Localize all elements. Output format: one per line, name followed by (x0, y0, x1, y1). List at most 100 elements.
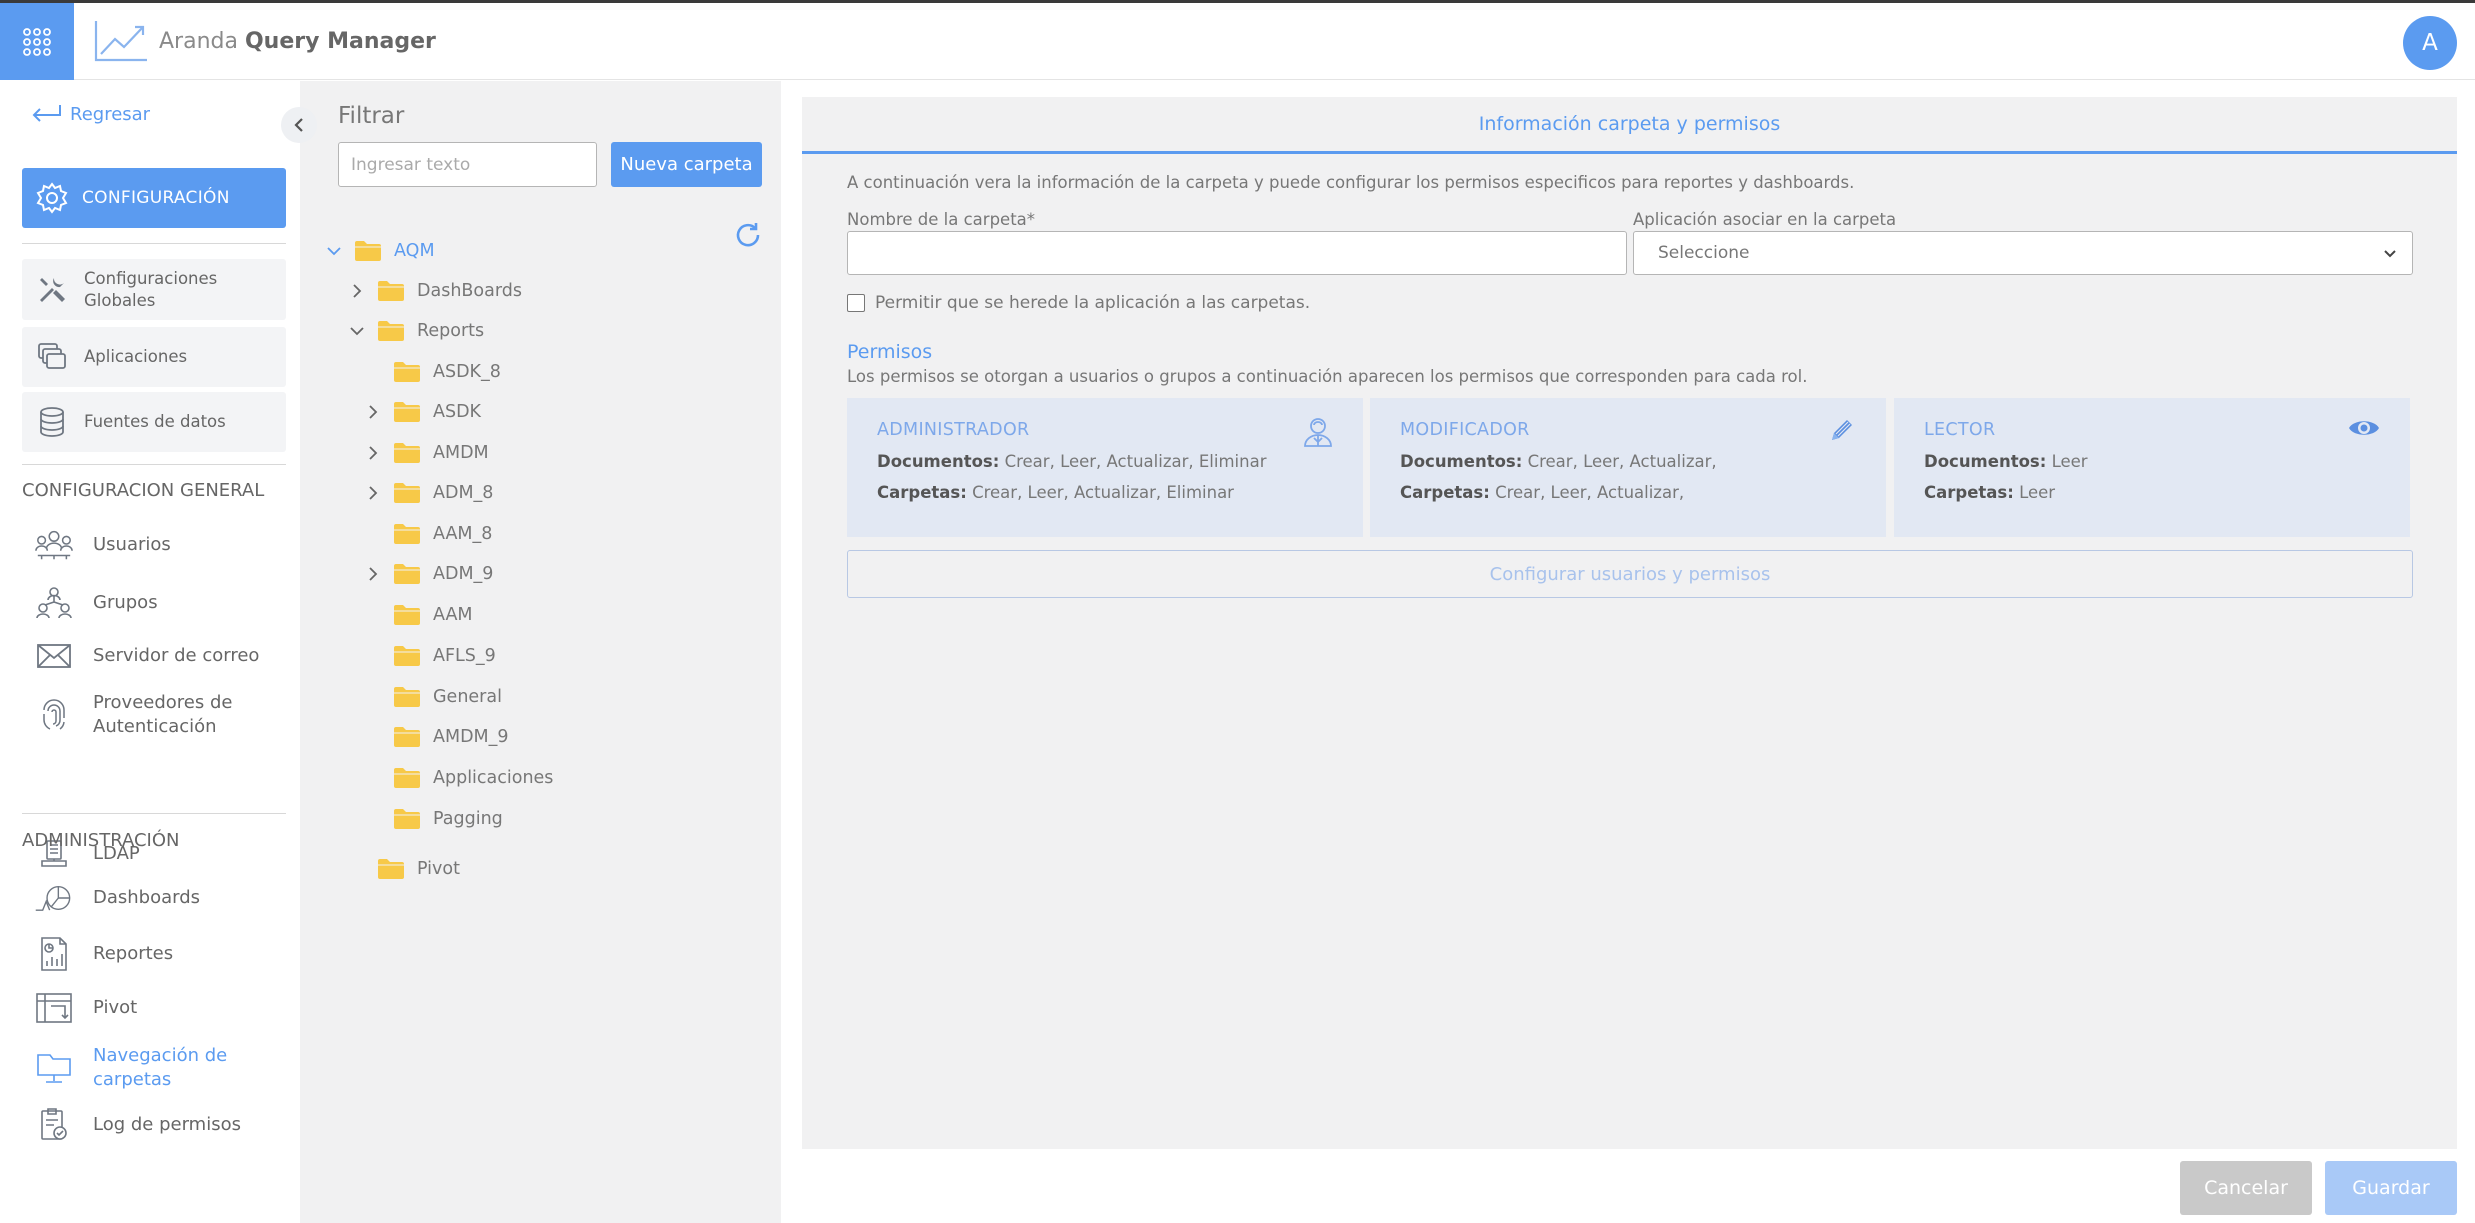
sidebar-item-reports[interactable]: Reportes (34, 936, 173, 972)
tree-node[interactable]: AMDM_9 (363, 726, 509, 748)
tree-node[interactable]: DashBoards (347, 280, 522, 302)
tools-icon (36, 274, 68, 306)
new-folder-button[interactable]: Nueva carpeta (611, 142, 762, 187)
sidebar-item-data-sources[interactable]: Fuentes de datos (22, 392, 286, 452)
tab-folder-info[interactable]: Información carpeta y permisos (802, 97, 2457, 154)
sidebar-item-permission-log[interactable]: Log de permisos (34, 1107, 241, 1143)
folders-value: Crear, Leer, Actualizar, (1495, 483, 1685, 502)
app-name-bold: Query Manager (244, 28, 436, 54)
sidebar-item-global-config[interactable]: Configuraciones Globales (22, 259, 286, 320)
chevron-down-icon[interactable] (324, 246, 344, 256)
back-link[interactable]: Regresar (22, 103, 150, 125)
report-icon (34, 936, 74, 972)
sidebar-item-applications[interactable]: Aplicaciones (22, 327, 286, 387)
app-header: Aranda Query Manager A (0, 3, 2475, 80)
tree-node[interactable]: Reports (347, 320, 484, 342)
sidebar-item-auth-providers[interactable]: Proveedores de Autenticación (34, 691, 233, 739)
docs-label: Documentos: (1400, 452, 1523, 471)
cancel-button[interactable]: Cancelar (2180, 1161, 2312, 1215)
apps-menu-button[interactable] (0, 3, 74, 80)
tree-node[interactable]: AFLS_9 (363, 645, 496, 667)
back-label: Regresar (70, 103, 151, 125)
tree-node[interactable]: AMDM (363, 442, 489, 464)
section-administration: ADMINISTRACIÓN (22, 830, 180, 851)
folders-label: Carpetas: (877, 483, 967, 502)
chevron-right-icon[interactable] (347, 283, 367, 299)
role-folders: Carpetas: Crear, Leer, Actualizar, (1400, 483, 1856, 502)
sidebar: Regresar CONFIGURACIÓN Configuraciones G… (0, 81, 300, 1223)
apps-stack-icon (36, 341, 68, 373)
tree-node-label: ASDK_8 (433, 362, 501, 382)
tree-node[interactable]: ASDK_8 (363, 361, 501, 383)
permissions-title: Permisos (847, 341, 933, 363)
sidebar-item-folder-navigation[interactable]: Navegación de carpetas (34, 1044, 243, 1092)
tree-node[interactable]: AAM (363, 604, 473, 626)
sidebar-item-label: Dashboards (93, 887, 201, 908)
tree-node[interactable]: ADM_9 (363, 563, 493, 585)
configure-users-permissions-button[interactable]: Configurar usuarios y permisos (847, 550, 2413, 598)
sidebar-item-dashboards[interactable]: Dashboards (34, 880, 200, 916)
groups-icon (34, 586, 74, 620)
dashboard-icon (34, 880, 74, 916)
folders-label: Carpetas: (1400, 483, 1490, 502)
tree-node[interactable]: Applicaciones (363, 767, 553, 789)
tree-node[interactable]: Pivot (347, 858, 460, 880)
sidebar-item-label: Servidor de correo (93, 645, 260, 666)
role-name: MODIFICADOR (1400, 420, 1530, 440)
refresh-icon[interactable] (733, 220, 763, 250)
role-card-admin: ADMINISTRADOR Documentos: Crear, Leer, A… (847, 398, 1363, 537)
tree-node[interactable]: ASDK (363, 401, 481, 423)
docs-label: Documentos: (877, 452, 1000, 471)
folders-value: Leer (2019, 483, 2056, 502)
filter-input[interactable] (338, 142, 597, 187)
chevron-right-icon[interactable] (363, 485, 383, 501)
role-docs: Documentos: Crear, Leer, Actualizar, (1400, 452, 1856, 471)
sidebar-item-label: Aplicaciones (84, 347, 188, 366)
tree-node[interactable]: AQM (324, 240, 435, 262)
configuration-button[interactable]: CONFIGURACIÓN (22, 168, 286, 228)
collapse-sidebar-button[interactable] (281, 107, 317, 143)
tree-node[interactable]: Pagging (363, 808, 503, 830)
folder-icon (393, 361, 421, 383)
divider (22, 464, 286, 465)
divider (22, 243, 286, 244)
folder-icon (377, 280, 405, 302)
tree-node-label: DashBoards (417, 281, 522, 301)
save-button[interactable]: Guardar (2325, 1161, 2457, 1215)
inherit-app-checkbox[interactable]: Permitir que se herede la aplicación a l… (847, 293, 1310, 313)
tree-node[interactable]: AAM_8 (363, 523, 492, 545)
tree-node-label: Pagging (433, 809, 503, 829)
role-folders: Carpetas: Leer (1924, 483, 2380, 502)
pivot-icon (34, 992, 74, 1024)
folder-icon (393, 482, 421, 504)
configuration-label: CONFIGURACIÓN (82, 188, 230, 208)
sidebar-item-groups[interactable]: Grupos (34, 586, 158, 620)
folder-name-input[interactable] (847, 231, 1627, 275)
role-name: ADMINISTRADOR (877, 420, 1030, 440)
tree-node[interactable]: ADM_8 (363, 482, 493, 504)
tree-node-label: Applicaciones (433, 768, 554, 788)
chevron-right-icon[interactable] (363, 566, 383, 582)
sidebar-item-users[interactable]: Usuarios (34, 529, 171, 561)
folder-icon (393, 523, 421, 545)
folder-icon (393, 686, 421, 708)
tree-node-label: ADM_8 (433, 483, 494, 503)
folder-icon (393, 563, 421, 585)
chevron-right-icon[interactable] (363, 445, 383, 461)
chevron-down-icon[interactable] (347, 326, 367, 336)
chevron-right-icon[interactable] (363, 404, 383, 420)
sidebar-item-pivot[interactable]: Pivot (34, 992, 137, 1024)
folder-icon (393, 645, 421, 667)
eye-icon (2348, 416, 2380, 440)
sidebar-item-label: Log de permisos (93, 1114, 241, 1135)
tree-node[interactable]: General (363, 686, 502, 708)
folders-label: Carpetas: (1924, 483, 2014, 502)
user-avatar[interactable]: A (2403, 16, 2457, 70)
app-select[interactable]: Seleccione (1633, 231, 2413, 275)
sidebar-item-label: Grupos (93, 592, 158, 613)
sidebar-item-mail-server[interactable]: Servidor de correo (34, 643, 259, 669)
permissions-description: Los permisos se otorgan a usuarios o gru… (847, 367, 1808, 386)
sidebar-item-label: Usuarios (93, 534, 171, 555)
role-card-reader: LECTOR Documentos: Leer Carpetas: Leer (1894, 398, 2410, 537)
checkbox-box[interactable] (847, 294, 865, 312)
